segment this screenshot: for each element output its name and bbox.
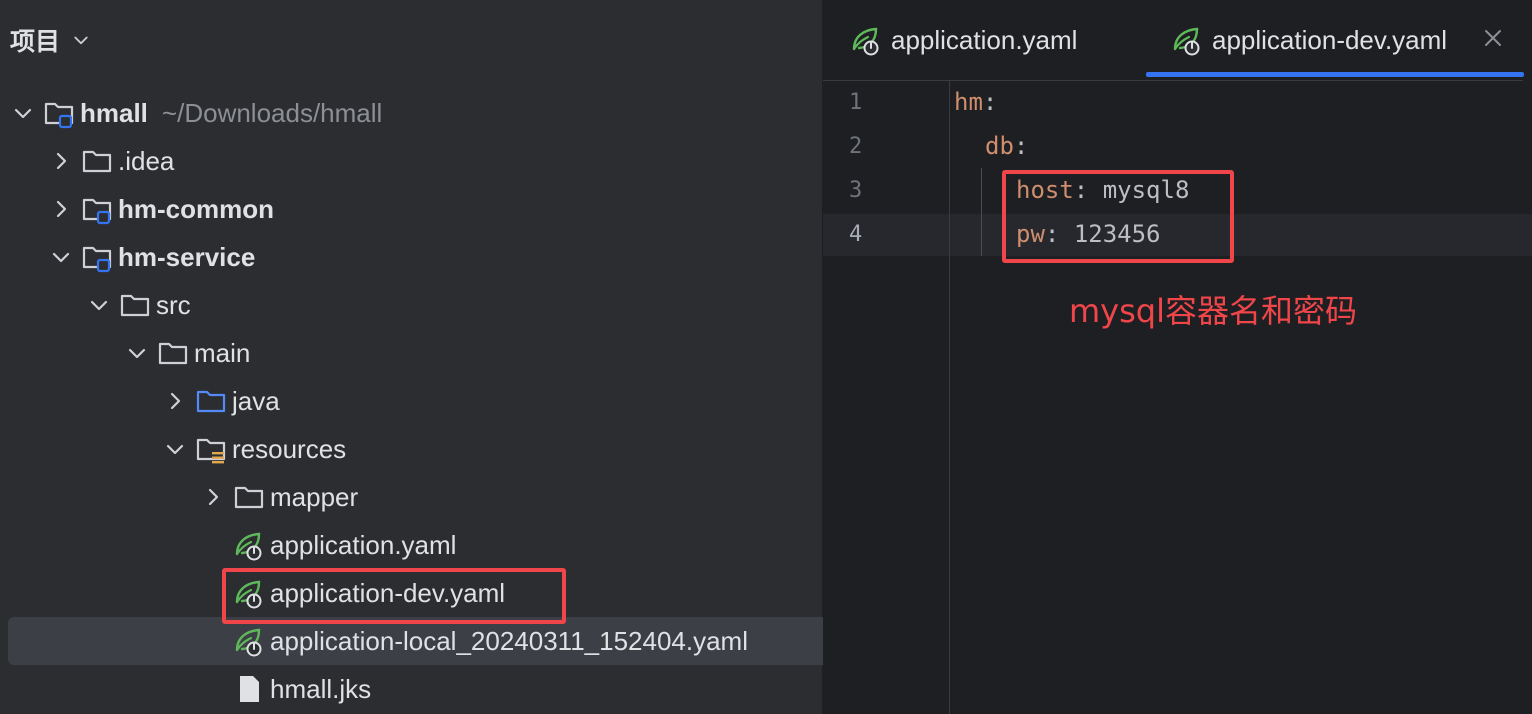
tree-item-label: main: [194, 337, 251, 368]
chevron-down-icon[interactable]: [12, 102, 34, 124]
module-folder-icon: [80, 192, 114, 226]
spring-yaml-icon: [849, 23, 883, 57]
line-number: 1: [849, 90, 863, 115]
highlight-box-dev-file: [222, 568, 566, 624]
source-folder-icon: [194, 384, 228, 418]
close-icon[interactable]: [1481, 26, 1505, 50]
spring-yaml-icon: [1170, 23, 1204, 57]
chevron-down-icon[interactable]: [50, 246, 72, 268]
line-number: 2: [849, 134, 863, 159]
tree-item-label: java: [232, 385, 280, 416]
tree-item-java[interactable]: java: [8, 377, 954, 425]
tab-label: application.yaml: [891, 24, 1078, 55]
tree-item-idea[interactable]: .idea: [8, 137, 840, 185]
yaml-separator: :: [982, 88, 998, 116]
highlight-box-credentials: [1002, 170, 1234, 263]
editor: application.yaml application-dev.yaml 1 …: [823, 0, 1532, 714]
module-folder-icon: [42, 96, 76, 130]
tab-bar: application.yaml application-dev.yaml: [823, 0, 1524, 81]
chevron-right-icon[interactable]: [164, 390, 186, 412]
active-tab-indicator: [1146, 72, 1524, 77]
tree-item-label: hm-common: [118, 193, 274, 224]
chevron-right-icon[interactable]: [50, 150, 72, 172]
tree-item-resources[interactable]: resources: [8, 425, 954, 473]
tree-item-label: mapper: [270, 481, 359, 512]
tree-item-hmall[interactable]: hmall ~/Downloads/hmall: [8, 89, 802, 137]
tab-label: application-dev.yaml: [1212, 24, 1448, 55]
tree-item-hm-common[interactable]: hm-common: [8, 185, 840, 233]
folder-icon: [80, 144, 114, 178]
project-view-selector[interactable]: 项目: [10, 22, 90, 58]
module-folder-icon: [80, 240, 114, 274]
yaml-key: db: [985, 132, 1014, 160]
chevron-right-icon[interactable]: [202, 486, 224, 508]
project-panel: 项目 hmall ~/Downloads/hmall .idea hm-comm…: [0, 0, 992, 714]
chevron-right-icon[interactable]: [50, 198, 72, 220]
tree-item-label: application-local_20240311_152404.yaml: [270, 625, 748, 656]
chevron-down-icon[interactable]: [88, 294, 110, 316]
folder-icon: [118, 288, 152, 322]
project-path: ~/Downloads/hmall: [161, 97, 383, 128]
tree-item-main[interactable]: main: [8, 329, 916, 377]
tree-item-src[interactable]: src: [8, 281, 878, 329]
folder-icon: [232, 480, 266, 514]
spring-yaml-icon: [232, 528, 266, 562]
indent-guide: [981, 168, 982, 256]
code-line[interactable]: hm:: [954, 88, 997, 116]
code-line[interactable]: db:: [985, 132, 1028, 160]
chevron-down-icon[interactable]: [126, 342, 148, 364]
yaml-separator: :: [1013, 132, 1029, 160]
resources-folder-icon: [194, 432, 228, 466]
tab-application-yaml[interactable]: application.yaml: [849, 0, 1077, 80]
line-number: 3: [849, 178, 863, 203]
folder-icon: [156, 336, 190, 370]
spring-yaml-icon: [232, 624, 266, 658]
tree-item-hm-service[interactable]: hm-service: [8, 233, 840, 281]
file-icon: [232, 672, 266, 706]
line-number: 4: [849, 222, 863, 247]
line-gutter: [823, 80, 950, 714]
chevron-down-icon[interactable]: [164, 438, 186, 460]
tree-item-label: src: [156, 289, 191, 320]
annotation-text: mysql容器名和密码: [1069, 292, 1357, 330]
yaml-key: hm: [954, 88, 983, 116]
tree-item-label: hmall: [80, 97, 148, 128]
tree-item-label: .idea: [118, 145, 175, 176]
tree-item-label: resources: [232, 433, 347, 464]
tree-item-label: hmall.jks: [270, 673, 372, 704]
tab-application-dev-yaml[interactable]: application-dev.yaml: [1170, 0, 1447, 80]
tree-item-label: application.yaml: [270, 529, 457, 560]
chevron-down-icon: [72, 31, 90, 49]
panel-title: 项目: [10, 27, 61, 56]
tree-item-label: hm-service: [118, 241, 256, 272]
